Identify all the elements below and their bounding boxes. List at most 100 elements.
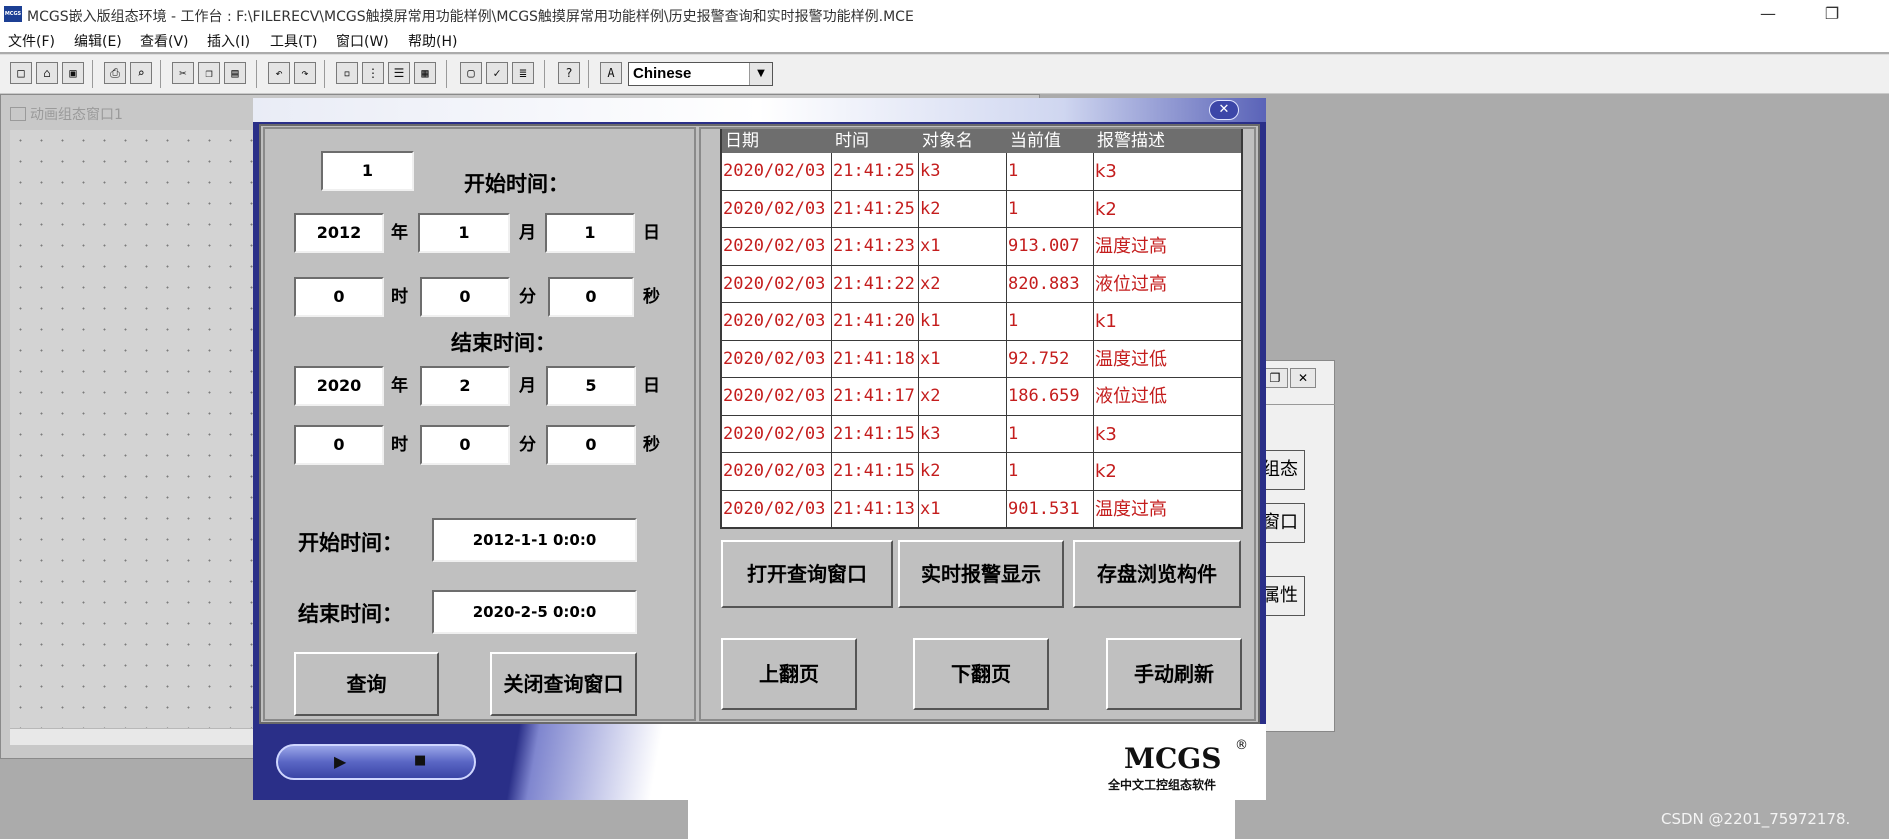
cell-value: 1 [1007,153,1094,191]
cell-value: 913.007 [1007,228,1094,266]
query-button[interactable]: 查询 [294,652,439,716]
minute-unit-label: 分 [519,435,536,455]
start-time-summary-label: 开始时间： [298,530,403,555]
save-icon[interactable]: ▣ [62,62,84,84]
hour-unit-label: 时 [391,435,408,455]
cell-object: x2 [919,378,1007,416]
cell-value: 1 [1007,415,1094,453]
close-query-window-button[interactable]: 关闭查询窗口 [490,652,637,716]
side-close-button[interactable]: ✕ [1290,368,1316,388]
start-minute-field[interactable]: 0 [420,277,510,317]
check-icon[interactable]: ✓ [486,62,508,84]
start-time-summary-field: 2012-1-1 0:0:0 [432,518,637,562]
cell-value: 92.752 [1007,340,1094,378]
page-up-button[interactable]: 上翻页 [721,638,857,710]
cell-time: 21:41:18 [832,340,919,378]
start-year-field[interactable]: 2012 [294,213,384,253]
app-logo-icon: MCGS [4,6,22,22]
restore-button[interactable]: ❐ [1802,0,1862,28]
end-year-field[interactable]: 2020 [294,366,384,406]
paste-icon[interactable]: ▤ [224,62,246,84]
play-icon[interactable]: ▶ [334,752,346,771]
menu-window[interactable]: 窗口(W) [336,31,389,51]
tree-icon[interactable]: ⋮ [362,62,384,84]
toolbar-divider [588,60,589,88]
player-control [276,744,476,780]
minimize-button[interactable]: — [1738,0,1798,28]
undo-icon[interactable]: ↶ [268,62,290,84]
dialog-close-button[interactable]: ✕ [1209,100,1239,120]
cell-date: 2020/02/03 [722,153,832,191]
cell-date: 2020/02/03 [722,490,832,528]
help-icon[interactable]: ? [558,62,580,84]
end-time-summary-label: 结束时间： [298,601,403,626]
realtime-alarm-button[interactable]: 实时报警显示 [898,540,1064,608]
year-unit-label: 年 [391,223,408,243]
dialog-title-bar [253,98,1266,122]
align-icon[interactable]: ▫ [336,62,358,84]
print-preview-icon[interactable]: ⌕ [130,62,152,84]
window-icon [10,107,26,121]
menu-edit[interactable]: 编辑(E) [74,31,122,51]
cell-time: 21:41:20 [832,303,919,341]
cut-icon[interactable]: ✂ [172,62,194,84]
page-number-field[interactable]: 1 [321,151,414,191]
list-icon[interactable]: ☰ [388,62,410,84]
design-canvas[interactable] [10,130,260,728]
cell-description: 温度过低 [1094,341,1241,378]
day-unit-label: 日 [643,223,660,243]
font-icon[interactable]: A [600,62,622,84]
start-month-field[interactable]: 1 [418,213,510,253]
mcgs-logo: MCGS [1124,742,1222,775]
copy-icon[interactable]: ❐ [198,62,220,84]
end-minute-field[interactable]: 0 [420,425,510,465]
new-file-icon[interactable]: □ [10,62,32,84]
column-header-time: 时间 [832,129,919,153]
second-unit-label: 秒 [643,435,660,455]
start-day-field[interactable]: 1 [545,213,635,253]
print-icon[interactable]: ⎙ [104,62,126,84]
open-query-window-button[interactable]: 打开查询窗口 [721,540,893,608]
cell-description: k1 [1094,303,1241,341]
design-window-title: 动画组态窗口1 [10,104,123,124]
cell-object: k3 [919,153,1007,191]
watermark: CSDN @2201_75972178. [1661,810,1851,828]
manual-refresh-button[interactable]: 手动刷新 [1106,638,1242,710]
cell-description: k2 [1094,191,1241,228]
toolbar-divider [160,60,161,88]
cell-description: 液位过高 [1094,266,1241,303]
start-second-field[interactable]: 0 [548,277,634,317]
redo-icon[interactable]: ↷ [294,62,316,84]
cell-time: 21:41:15 [832,453,919,491]
day-unit-label: 日 [643,376,660,396]
properties-icon[interactable]: ▢ [460,62,482,84]
grid-icon[interactable]: ▦ [414,62,436,84]
cell-time: 21:41:15 [832,415,919,453]
cell-description: 温度过高 [1094,491,1241,528]
menu-view[interactable]: 查看(V) [140,31,189,51]
page-down-button[interactable]: 下翻页 [913,638,1049,710]
menu-help[interactable]: 帮助(H) [408,31,457,51]
menu-insert[interactable]: 插入(I) [207,31,250,51]
cell-date: 2020/02/03 [722,415,832,453]
column-header-object: 对象名 [919,129,1007,153]
menu-tools[interactable]: 工具(T) [270,31,317,51]
chevron-down-icon[interactable]: ▼ [749,63,772,85]
language-select[interactable]: Chinese ▼ [628,62,773,86]
stop-icon[interactable]: ■ [414,753,426,768]
end-month-field[interactable]: 2 [420,366,510,406]
menu-file[interactable]: 文件(F) [8,31,55,51]
start-time-label: 开始时间： [464,171,569,196]
end-second-field[interactable]: 0 [546,425,636,465]
compile-icon[interactable]: ≣ [512,62,534,84]
open-folder-icon[interactable]: ⌂ [36,62,58,84]
registered-mark: ® [1235,738,1248,753]
cell-value: 1 [1007,190,1094,228]
cell-date: 2020/02/03 [722,340,832,378]
cell-time: 21:41:22 [832,265,919,303]
logo-subtitle: 全中文工控组态软件 [1108,778,1217,792]
start-hour-field[interactable]: 0 [294,277,384,317]
end-hour-field[interactable]: 0 [294,425,384,465]
storage-browse-button[interactable]: 存盘浏览构件 [1073,540,1241,608]
end-day-field[interactable]: 5 [546,366,636,406]
